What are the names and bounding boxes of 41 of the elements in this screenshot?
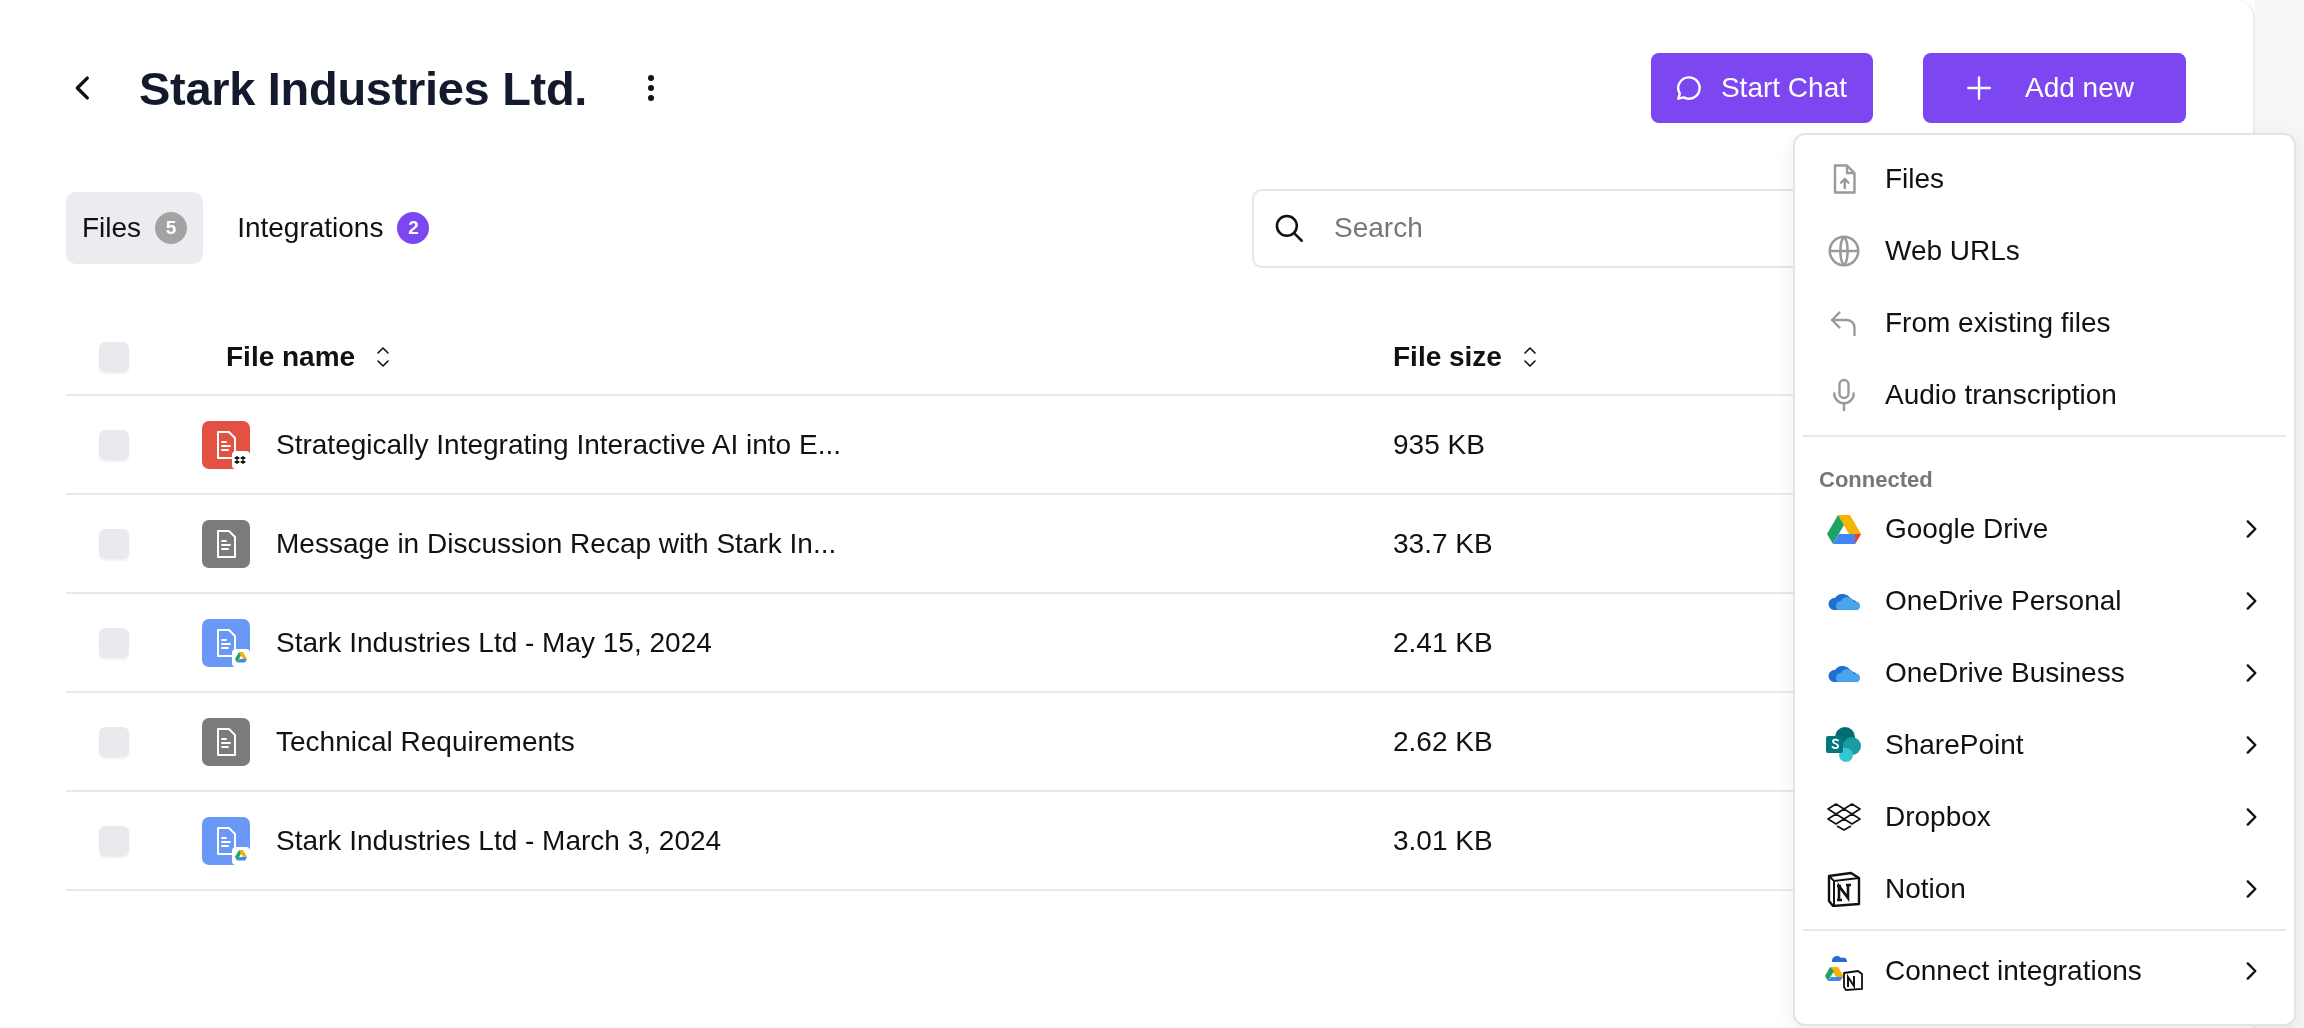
sort-icon[interactable] (1521, 345, 1538, 369)
notion-logo-icon (1826, 871, 1862, 907)
menu-item[interactable]: Dropbox (1803, 781, 2286, 853)
menu-item[interactable]: Audio transcription (1803, 359, 2286, 431)
document-icon (202, 519, 250, 568)
file-size: 2.41 KB (1393, 626, 1493, 659)
tab[interactable]: Files 5 (66, 192, 204, 264)
dropbox-logo-icon (1827, 802, 1861, 832)
file-name[interactable]: Strategically Integrating Interactive AI into E... (276, 428, 841, 461)
file-size: 3.01 KB (1393, 824, 1493, 857)
count-badge: 5 (155, 212, 188, 244)
document-icon (202, 816, 250, 865)
drive-triangle-icon (1826, 513, 1862, 545)
count-badge: 2 (397, 212, 430, 244)
start-chat-button[interactable]: Start Chat (1650, 53, 1873, 123)
file-name[interactable]: Stark Industries Ltd - May 15, 2024 (276, 626, 712, 659)
menu-item[interactable]: Notion (1803, 853, 2286, 925)
section-heading: Connected (1818, 466, 1934, 493)
document-icon (202, 717, 250, 766)
file-name[interactable]: Technical Requirements (276, 725, 575, 758)
add-new-button[interactable]: Add new (1923, 53, 2186, 123)
menu-item[interactable]: SharePoint (1803, 709, 2286, 781)
tab[interactable]: Integrations 2 (221, 192, 446, 264)
page-title: Stark Industries Ltd. (139, 60, 588, 116)
file-size: 2.62 KB (1393, 725, 1493, 758)
more-options-icon[interactable] (647, 74, 656, 102)
file-size: 33.7 KB (1393, 527, 1493, 560)
file-name[interactable]: Stark Industries Ltd - March 3, 2024 (276, 824, 722, 857)
menu-item[interactable]: Google Drive (1803, 493, 2286, 565)
sort-icon[interactable] (375, 345, 392, 369)
menu-item[interactable]: OneDrive Personal (1803, 565, 2286, 637)
file-name[interactable]: Message in Discussion Recap with Stark In... (276, 527, 837, 560)
menu-item[interactable]: OneDrive Business (1803, 637, 2286, 709)
column-header[interactable]: File size (1393, 341, 1502, 373)
sharepoint-logo-icon (1825, 725, 1863, 765)
menu-item[interactable]: Connect integrations (1803, 935, 2286, 1007)
document-icon (202, 618, 250, 667)
file-size: 935 KB (1393, 428, 1485, 461)
menu-item[interactable]: From existing files (1803, 287, 2286, 359)
column-header[interactable]: File name (226, 341, 356, 373)
document-icon (202, 420, 250, 469)
